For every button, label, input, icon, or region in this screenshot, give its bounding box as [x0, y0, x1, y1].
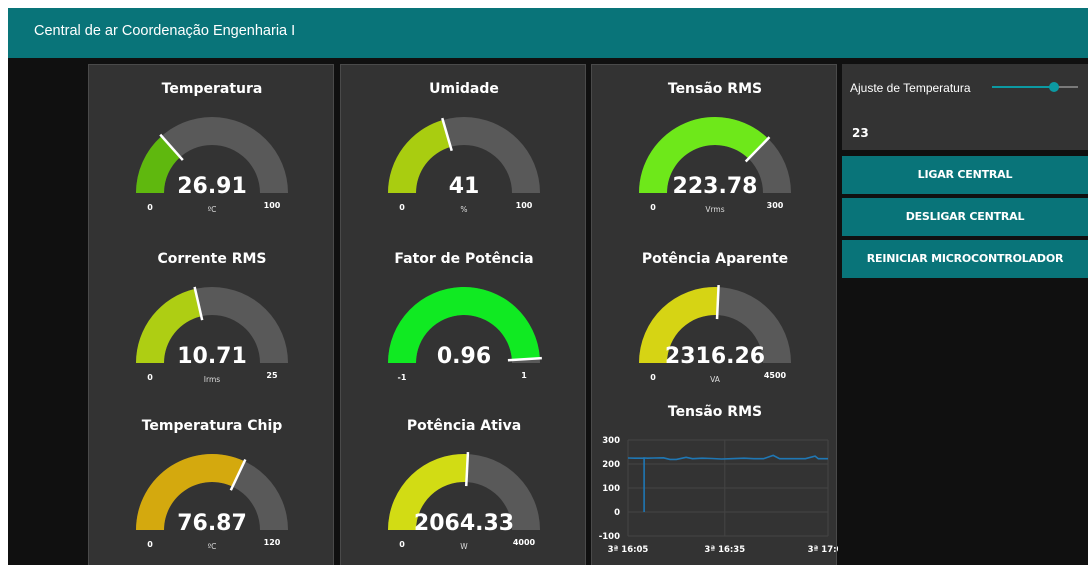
slider-label: Ajuste de Temperatura [850, 81, 971, 95]
slider-fill [992, 86, 1054, 88]
gauge-unit: Irms [204, 375, 220, 384]
gauge-needle [715, 285, 720, 320]
gauge-value: 41 [449, 174, 480, 199]
gauge-svg: Temperatura Chip 76.87 0 120 ºC [136, 418, 288, 551]
gauge-unit: % [460, 205, 467, 214]
gauge-unit: ºC [208, 542, 217, 551]
gauge-max-label: 300 [767, 201, 784, 210]
gauge-title: Fator de Potência [394, 251, 533, 267]
gauge-max-label: 100 [516, 201, 533, 210]
gauge-potencia-ativa: Potência Ativa 2064.33 0 4000 W [341, 402, 587, 565]
controls-panel: Ajuste de Temperatura 23 LIGAR CENTRAL D… [842, 64, 1088, 278]
gauge-fator-de-potencia: Fator de Potência 0.96 -1 1 [341, 235, 587, 407]
chart-y-tick: 100 [602, 484, 620, 494]
chart-title: Tensão RMS [668, 404, 762, 420]
gauge-title: Temperatura [162, 81, 263, 97]
chart-y-tick: 200 [602, 460, 620, 470]
gauge-max-label: 120 [264, 538, 281, 547]
gauge-min-label: 0 [147, 373, 153, 382]
gauge-value: 26.91 [177, 174, 247, 199]
gauge-svg: Temperatura 26.91 0 100 ºC [136, 81, 288, 214]
gauge-min-label: 0 [147, 203, 153, 212]
dashboard: Central de ar Coordenação Engenharia I T… [8, 8, 1088, 565]
chart-y-tick: 0 [614, 508, 620, 518]
chart-x-tick: 3ª 16:35 [704, 545, 745, 555]
chart-x-tick: 3ª 17:07 [808, 545, 838, 555]
temperature-slider-row: Ajuste de Temperatura [842, 64, 1088, 112]
gauge-value: 76.87 [177, 511, 247, 536]
gauge-max-label: 25 [266, 371, 278, 380]
gauge-svg: Tensão RMS 223.78 0 300 Vrms [639, 81, 791, 214]
gauge-title: Temperatura Chip [142, 418, 283, 434]
column-3: Tensão RMS 223.78 0 300 Vrms Potência Aparen… [591, 64, 838, 565]
ligar-central-button[interactable]: LIGAR CENTRAL [842, 156, 1088, 194]
gauge-min-label: 0 [399, 540, 405, 549]
gauge-min-label: -1 [398, 373, 407, 382]
voltage-line-chart: Tensão RMS 300 200 100 0 -100 3ª 16:05 3ª 16:35… [599, 404, 838, 555]
gauge-min-label: 0 [147, 540, 153, 549]
temperature-slider[interactable] [992, 82, 1078, 92]
gauge-tensao-rms: Tensão RMS 223.78 0 300 Vrms [592, 65, 838, 237]
slider-thumb[interactable] [1048, 82, 1059, 92]
gauge-temperatura: Temperatura 26.91 0 100 ºC [89, 65, 335, 237]
gauge-value: 10.71 [177, 344, 247, 369]
gauge-min-label: 0 [399, 203, 405, 212]
temperature-setpoint-value: 23 [852, 126, 869, 140]
gauge-unit: ºC [208, 205, 217, 214]
column-2: Umidade 41 0 100% Fator de Potência 0.96 -1 1 … [340, 64, 586, 565]
chart-y-tick: 300 [602, 436, 620, 446]
desligar-central-button[interactable]: DESLIGAR CENTRAL [842, 198, 1088, 236]
temperature-value-row: 23 [842, 112, 1088, 150]
gauge-min-label: 0 [650, 373, 656, 382]
gauge-value: 2316.26 [665, 344, 765, 369]
reiniciar-microcontrolador-button[interactable]: REINICIAR MICROCONTROLADOR [842, 240, 1088, 278]
gauge-max-label: 1 [521, 371, 527, 380]
gauge-min-label: 0 [650, 203, 656, 212]
chart-x-tick: 3ª 16:05 [608, 545, 649, 555]
gauge-umidade: Umidade 41 0 100% [341, 65, 587, 237]
gauge-max-label: 100 [264, 201, 281, 210]
gauge-max-label: 4000 [513, 538, 536, 547]
gauge-unit: Vrms [705, 205, 724, 214]
gauge-title: Potência Ativa [407, 418, 521, 434]
gauge-svg: Umidade 41 0 100% [388, 81, 540, 214]
gauge-fill [388, 120, 451, 193]
gauge-value: 0.96 [437, 344, 491, 369]
gauge-unit: W [460, 542, 468, 551]
header-bar: Central de ar Coordenação Engenharia I [8, 8, 1088, 58]
gauge-svg: Corrente RMS 10.71 0 25 Irms [136, 251, 288, 384]
gauge-value: 223.78 [673, 174, 758, 199]
gauge-svg: Potência Ativa 2064.33 0 4000 W [388, 418, 540, 551]
gauge-title: Potência Aparente [642, 251, 788, 267]
gauge-max-label: 4500 [764, 371, 787, 380]
gauge-potencia-aparente: Potência Aparente 2316.26 0 4500 VA [592, 235, 838, 407]
gauge-svg: Fator de Potência 0.96 -1 1 [388, 251, 542, 382]
voltage-chart-panel: Tensão RMS 300 200 100 0 -100 3ª 16:05 3ª 16:35… [592, 402, 838, 565]
gauge-corrente-rms: Corrente RMS 10.71 0 25 Irms [89, 235, 335, 407]
gauge-title: Corrente RMS [157, 251, 266, 267]
gauge-temperatura-chip: Temperatura Chip 76.87 0 120 ºC [89, 402, 335, 565]
gauge-unit: VA [710, 375, 721, 384]
gauge-value: 2064.33 [414, 511, 514, 536]
gauge-needle [464, 452, 470, 487]
gauge-title: Umidade [429, 81, 499, 97]
gauge-title: Tensão RMS [668, 81, 762, 97]
gauge-svg: Potência Aparente 2316.26 0 4500 VA [639, 251, 791, 384]
dashboard-title: Central de ar Coordenação Engenharia I [34, 23, 296, 39]
column-1: Temperatura 26.91 0 100 ºC Corrente RMS 10.71… [88, 64, 334, 565]
chart-y-tick: -100 [599, 532, 620, 542]
